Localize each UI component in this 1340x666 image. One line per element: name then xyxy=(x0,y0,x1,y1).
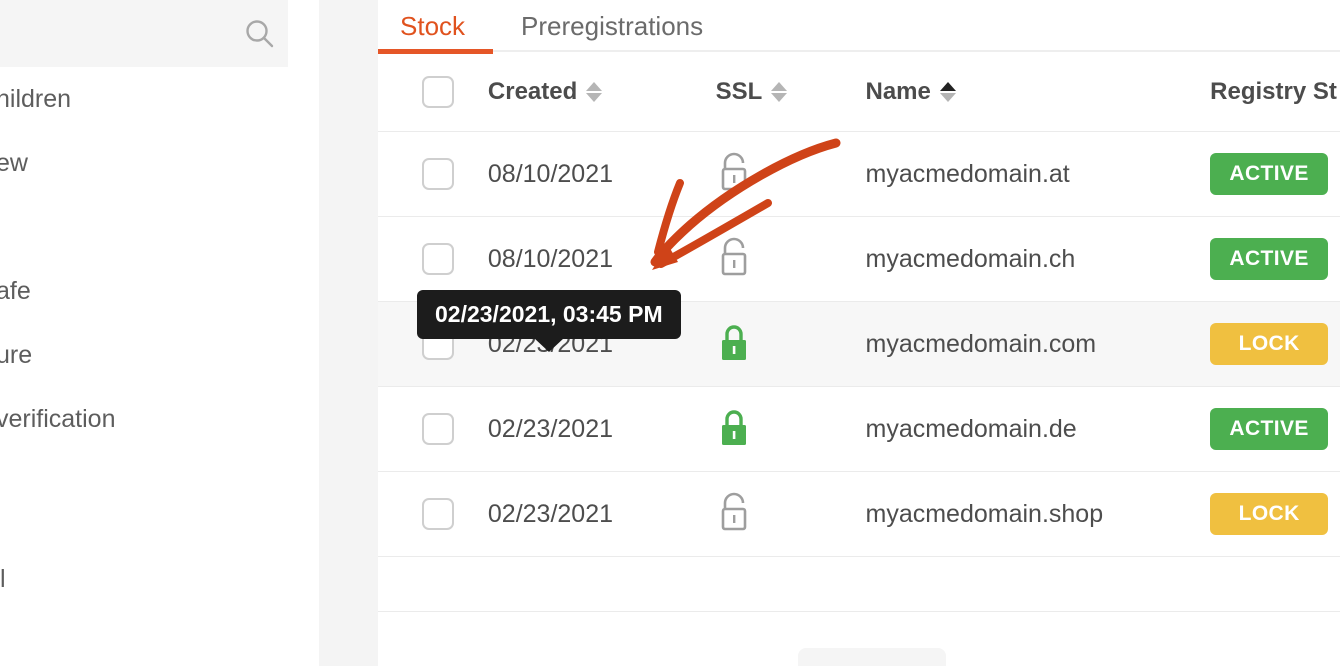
column-header-created-label: Created xyxy=(487,77,578,105)
sort-arrows-icon[interactable] xyxy=(586,81,603,102)
sort-arrows-icon[interactable] xyxy=(771,81,788,102)
sidebar-item-label: ew xyxy=(0,148,28,177)
sidebar-item-0[interactable]: hildren xyxy=(0,67,319,131)
row-select-cell xyxy=(378,413,488,445)
cell-created: 02/23/2021 xyxy=(487,414,614,443)
tab-stock[interactable]: Stock xyxy=(378,0,494,54)
status-badge: ACTIVE xyxy=(1210,153,1329,195)
table-header-row: Created SSL Name Registry St xyxy=(378,52,1340,132)
status-badge: ACTIVE xyxy=(1210,408,1329,450)
lock-closed-icon xyxy=(716,409,752,452)
column-header-registry-status[interactable]: Registry St xyxy=(1210,78,1340,106)
lock-open-icon xyxy=(716,152,752,197)
status-badge: LOCK xyxy=(1210,323,1329,365)
cell-name: myacmedomain.ch xyxy=(865,244,1076,273)
sort-arrows-icon[interactable] xyxy=(939,81,956,102)
sidebar-item-label: afe xyxy=(0,276,31,305)
cell-created: 08/10/2021 xyxy=(487,159,614,188)
sidebar-item-2[interactable] xyxy=(0,195,319,259)
row-select-cell xyxy=(378,158,488,190)
cell-ssl xyxy=(716,321,866,368)
cell-registry-status: LOCK xyxy=(1210,493,1340,535)
cell-name: myacmedomain.at xyxy=(865,159,1070,188)
date-tooltip: 02/23/2021, 03:45 PM xyxy=(417,290,681,339)
pagination-control[interactable] xyxy=(798,648,946,666)
select-all-checkbox[interactable] xyxy=(421,75,454,108)
row-checkbox[interactable] xyxy=(421,413,454,445)
table-row[interactable]: 08/10/2021 myacmedomain.at ACTIVE xyxy=(378,132,1340,217)
status-badge: ACTIVE xyxy=(1210,238,1329,280)
content-gutter xyxy=(319,0,378,666)
cell-registry-status: ACTIVE xyxy=(1210,408,1340,450)
sidebar: hildren ew afe ure verification l xyxy=(0,0,319,666)
row-checkbox[interactable] xyxy=(421,498,454,530)
cell-created: 08/10/2021 xyxy=(487,244,614,273)
sidebar-item-label: hildren xyxy=(0,84,72,113)
sidebar-item-4[interactable]: ure xyxy=(0,323,319,387)
row-select-cell xyxy=(378,498,488,530)
column-header-name[interactable]: Name xyxy=(866,78,1211,106)
cell-ssl xyxy=(716,491,866,538)
select-all-cell xyxy=(378,75,488,108)
cell-ssl xyxy=(716,236,866,283)
column-header-ssl[interactable]: SSL xyxy=(716,78,866,106)
column-header-registry-status-label: Registry St xyxy=(1210,77,1337,105)
cell-name: myacmedomain.com xyxy=(865,329,1097,358)
table-footer-row xyxy=(378,557,1340,612)
tab-preregistrations-label: Preregistrations xyxy=(521,10,704,41)
sidebar-item-label: ure xyxy=(0,340,33,369)
column-header-name-label: Name xyxy=(865,77,931,105)
table-row[interactable]: 02/23/2021 myacmedomain.de ACTIVE xyxy=(378,387,1340,472)
table-row[interactable]: 02/23/2021 myacmedomain.shop LOCK xyxy=(378,472,1340,557)
cell-created: 02/23/2021 xyxy=(487,499,614,528)
tab-preregistrations[interactable]: Preregistrations xyxy=(493,0,731,52)
tab-bar: Stock Preregistrations xyxy=(378,0,1340,54)
sidebar-item-5[interactable]: verification xyxy=(0,387,319,451)
lock-open-icon xyxy=(716,237,752,282)
tab-stock-label: Stock xyxy=(400,10,466,41)
cell-registry-status: ACTIVE xyxy=(1210,238,1340,280)
app-root: hildren ew afe ure verification l Stock … xyxy=(0,0,1340,666)
sidebar-item-1[interactable]: ew xyxy=(0,131,319,195)
sidebar-item-label: verification xyxy=(0,404,116,433)
cell-registry-status: ACTIVE xyxy=(1210,153,1340,195)
cell-name: myacmedomain.de xyxy=(865,414,1077,443)
lock-closed-icon xyxy=(716,324,752,367)
cell-registry-status: LOCK xyxy=(1210,323,1340,365)
sidebar-nav: hildren ew afe ure verification xyxy=(0,67,319,451)
cell-ssl xyxy=(716,406,866,453)
lock-open-icon xyxy=(716,492,752,537)
search-bar[interactable] xyxy=(0,0,288,67)
cell-name: myacmedomain.shop xyxy=(865,499,1104,528)
search-icon[interactable] xyxy=(240,0,288,67)
row-checkbox[interactable] xyxy=(421,243,454,275)
sidebar-item-tiny[interactable]: l xyxy=(0,565,6,594)
row-checkbox[interactable] xyxy=(421,158,454,190)
status-badge: LOCK xyxy=(1210,493,1329,535)
search-input[interactable] xyxy=(0,0,240,67)
column-header-created[interactable]: Created xyxy=(488,78,716,106)
column-header-ssl-label: SSL xyxy=(715,77,763,105)
row-select-cell xyxy=(378,243,488,275)
sidebar-item-3[interactable]: afe xyxy=(0,259,319,323)
cell-ssl xyxy=(716,151,866,198)
